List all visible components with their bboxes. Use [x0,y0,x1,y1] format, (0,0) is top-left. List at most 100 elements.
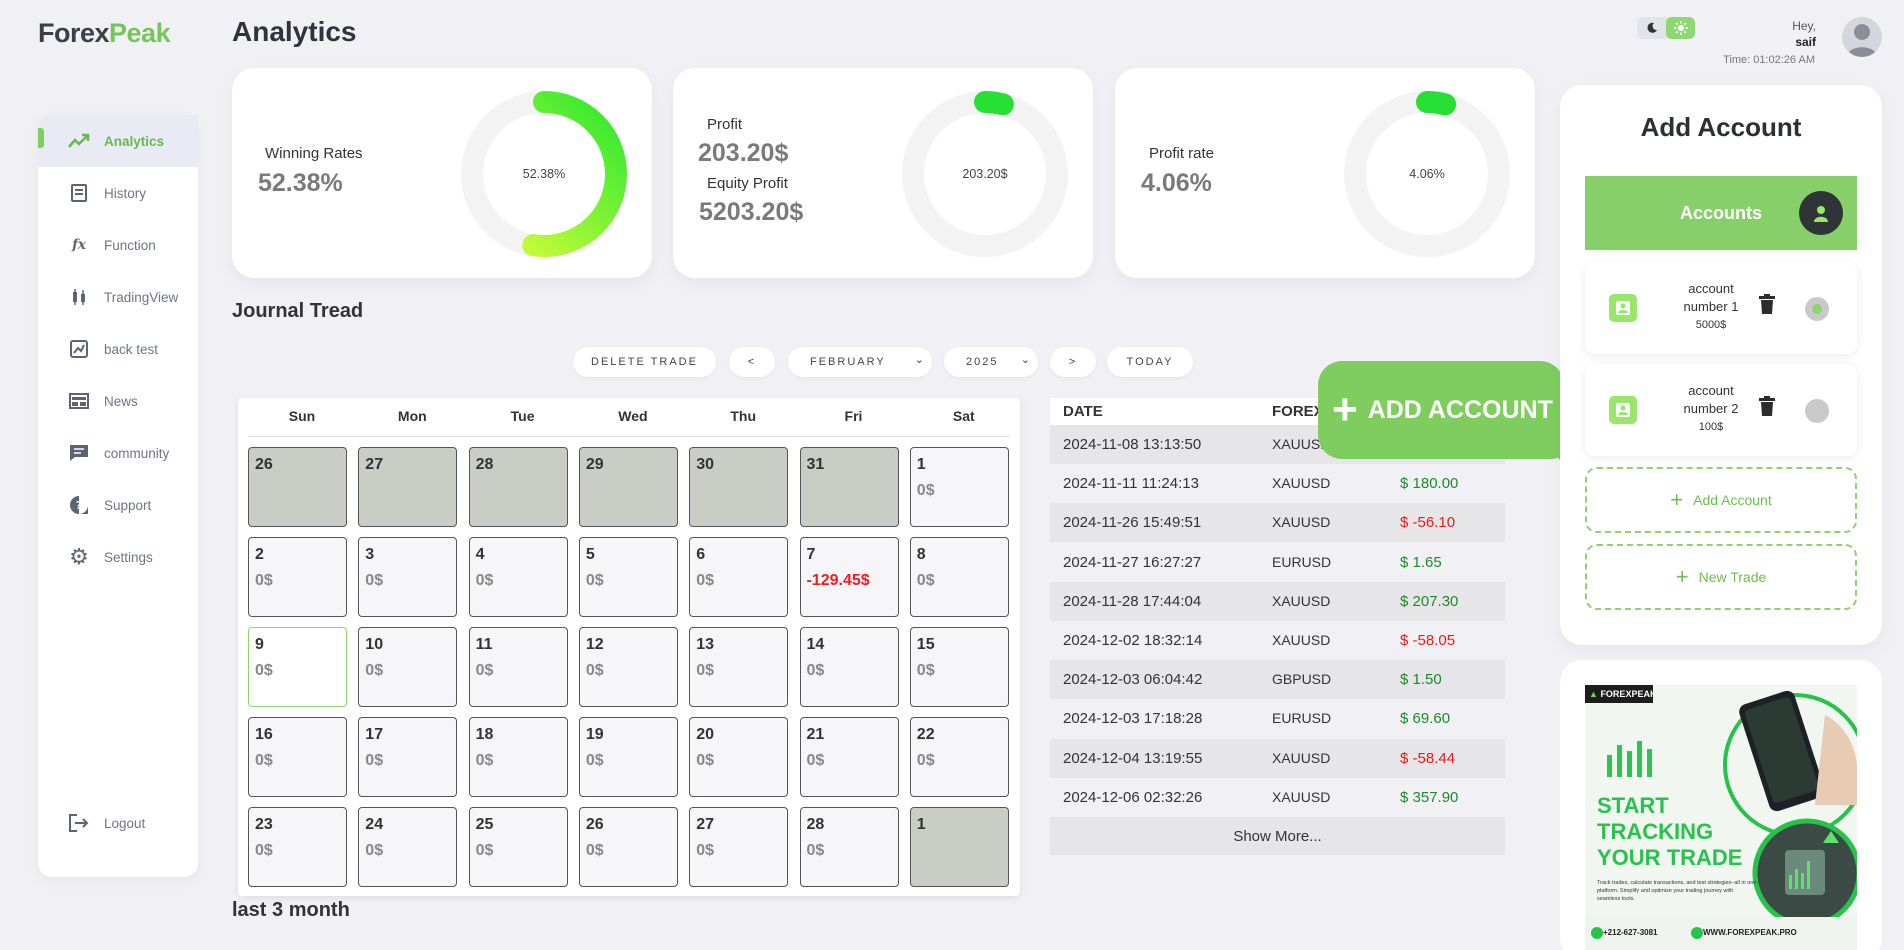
gauge-label: 4.06% [1409,167,1445,181]
plus-icon: + [1332,385,1358,434]
table-row[interactable]: 2024-12-06 02:32:26 XAUUSD $ 357.90 [1050,778,1505,817]
calendar-day[interactable]: 21 0$ [799,717,899,797]
month-select[interactable]: FEBRUARY ⌄ [788,347,932,377]
sidebar-item-tradingview[interactable]: TradingView [38,271,198,323]
logout-label: Logout [104,815,146,831]
calendar-day-today[interactable]: 9 0$ [248,627,347,707]
add-account-button[interactable]: + Add Account [1585,467,1857,533]
table-row[interactable]: 2024-11-28 17:44:04 XAUUSD $ 207.30 [1050,581,1505,621]
trash-icon[interactable] [1759,294,1775,319]
calendar-day[interactable]: 26 [248,447,347,527]
trade-pair: XAUUSD [1272,514,1331,531]
calendar-day[interactable]: 16 0$ [248,717,347,797]
calendar-day[interactable]: 3 0$ [358,537,458,617]
day-pnl: 0$ [585,662,604,679]
avatar[interactable] [1842,17,1882,57]
calendar-day[interactable]: 28 0$ [799,807,899,887]
calendar-day[interactable]: 17 0$ [358,717,458,797]
table-row[interactable]: 2024-12-02 18:32:14 XAUUSD $ -58.05 [1050,621,1505,660]
table-row[interactable]: 2024-12-04 13:19:55 XAUUSD $ -58.44 [1050,738,1505,778]
calendar-day[interactable]: 23 0$ [248,807,347,887]
trade-pair: XAUUSD [1272,475,1331,492]
calendar-day[interactable]: 19 0$ [578,717,678,797]
calendar-day[interactable]: 11 0$ [468,627,568,707]
account-select-radio[interactable] [1805,297,1829,321]
calendar-day[interactable]: 15 0$ [909,627,1009,707]
sidebar-item-back-test[interactable]: back test [38,323,198,375]
add-account-bubble[interactable]: + ADD ACCOUNT [1318,361,1564,459]
day-pnl: 0$ [585,572,604,589]
calendar-day[interactable]: 27 [358,447,458,527]
account-card[interactable]: account number 1 5000$ [1585,262,1857,354]
sidebar-item-history[interactable]: History [38,167,198,219]
calendar-day[interactable]: 18 0$ [468,717,568,797]
app-logo[interactable]: ForexPeak [38,18,171,49]
account-select-radio[interactable] [1805,399,1829,423]
sun-icon[interactable] [1666,17,1695,39]
prev-month-button[interactable]: < [729,347,775,377]
moon-icon[interactable] [1637,17,1666,39]
calendar-day[interactable]: 28 [468,447,568,527]
card-value: 52.38% [258,169,343,197]
day-pnl: 0$ [696,572,714,589]
logo-part-2: Peak [109,18,171,48]
sidebar-item-analytics[interactable]: Analytics [38,115,198,167]
table-row[interactable]: 2024-11-26 15:49:51 XAUUSD $ -56.10 [1050,503,1505,543]
sidebar-item-settings[interactable]: ⚙ Settings [38,531,198,583]
promo-banner[interactable]: ▲ FOREXPEAK START TRACKING YOUR TRADE Tr… [1585,685,1857,950]
sidebar: Analytics History fx Function TradingVie… [38,115,198,877]
calendar-day[interactable]: 29 [578,447,678,527]
table-row[interactable]: 2024-11-11 11:24:13 XAUUSD $ 180.00 [1050,464,1505,503]
calendar-day[interactable]: 22 0$ [909,717,1009,797]
account-card[interactable]: account number 2 100$ [1585,364,1857,456]
year-select[interactable]: 2025 ⌄ [944,347,1038,377]
calendar-day[interactable]: 1 0$ [909,447,1009,527]
delete-trade-button[interactable]: DELETE TRADE [573,347,716,377]
table-row[interactable]: 2024-12-03 06:04:42 GBPUSD $ 1.50 [1050,660,1505,700]
calendar-day[interactable]: 12 0$ [578,627,678,707]
sidebar-item-community[interactable]: community [38,427,198,479]
calendar-day[interactable]: 14 0$ [799,627,899,707]
calendar-day[interactable]: 1 [909,807,1009,887]
theme-toggle[interactable] [1637,17,1695,39]
calendar-day[interactable]: 30 [689,447,789,527]
day-number: 6 [696,546,706,563]
trade-pnl: $ 180.00 [1400,475,1459,493]
calendar-day[interactable]: 5 0$ [578,537,678,617]
calendar-day[interactable]: 26 0$ [578,807,678,887]
calendar-day[interactable]: 4 0$ [468,537,568,617]
today-button[interactable]: TODAY [1107,347,1193,377]
weekday-header: Wed [618,408,648,424]
calendar-day[interactable]: 8 0$ [909,537,1009,617]
calendar-day[interactable]: 6 0$ [689,537,789,617]
calendar-day[interactable]: 13 0$ [689,627,789,707]
trash-icon[interactable] [1759,396,1775,421]
chevron-down-icon: ⌄ [914,354,924,366]
calendar-day[interactable]: 27 0$ [689,807,789,887]
calendar-day[interactable]: 7 -129.45$ [799,537,899,617]
trade-pnl: $ -58.44 [1400,749,1456,767]
table-row[interactable]: 2024-11-27 16:27:27 EURUSD $ 1.65 [1050,543,1505,582]
analytics-icon [68,130,90,152]
sidebar-item-function[interactable]: fx Function [38,219,198,271]
sidebar-item-support[interactable]: ? Support [38,479,198,531]
trade-date: 2024-12-03 17:18:28 [1063,710,1203,728]
next-month-button[interactable]: > [1050,347,1096,377]
calendar-day[interactable]: 31 [799,447,899,527]
new-trade-button[interactable]: + New Trade [1585,544,1857,610]
sidebar-item-news[interactable]: News [38,375,198,427]
accounts-bar[interactable]: Accounts [1585,176,1857,250]
trade-pnl: $ 357.90 [1400,788,1459,806]
calendar-day[interactable]: 24 0$ [358,807,458,887]
show-more-button[interactable]: Show More... [1050,817,1505,855]
logout-button[interactable]: Logout [38,797,198,849]
table-row[interactable]: 2024-12-03 17:18:28 EURUSD $ 69.60 [1050,699,1505,738]
calendar-day[interactable]: 20 0$ [689,717,789,797]
calendar-day[interactable]: 10 0$ [358,627,458,707]
winning-rate-card: Winning Rates 52.38% 52.38% [232,68,652,278]
calendar-day[interactable]: 25 0$ [468,807,568,887]
plus-icon: + [1670,487,1684,512]
trade-pnl: $ 69.60 [1400,710,1451,728]
profit-rate-card: Profit rate 4.06% 4.06% [1115,68,1535,278]
calendar-day[interactable]: 2 0$ [248,537,347,617]
